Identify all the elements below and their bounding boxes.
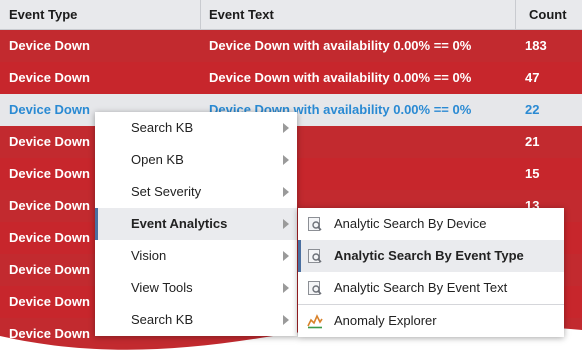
menu-item-label: Open KB [131,152,184,167]
cell-event-type: Device Down [9,166,90,181]
table-row[interactable]: Device Down Device Down with availabilit… [0,30,582,62]
cell-event-type: Device Down [9,230,90,245]
cell-count: 47 [525,70,540,85]
menu-item-label: Vision [131,248,167,263]
menu-item-event-analytics[interactable]: Event Analytics [95,208,297,240]
cell-event-type: Device Down [9,198,90,213]
menu-item-label: Set Severity [131,184,202,199]
chevron-right-icon [283,251,289,261]
menu-item-vision[interactable]: Vision [95,240,297,272]
submenu-item-search-by-event-type[interactable]: Analytic Search By Event Type [298,240,564,272]
submenu-item-search-by-device[interactable]: Analytic Search By Device [298,208,564,240]
menu-item-label: Search KB [131,312,194,327]
menu-item-label: Event Analytics [131,216,228,231]
submenu-item-label: Anomaly Explorer [334,313,437,328]
chevron-right-icon [283,123,289,133]
cell-event-type: Device Down [9,102,90,117]
cell-event-type: Device Down [9,70,90,85]
cell-count: 22 [525,102,540,117]
search-document-icon [308,281,322,295]
cell-count: 21 [525,134,540,149]
event-analytics-submenu: Analytic Search By Device Analytic Searc… [298,208,564,337]
cell-event-type: Device Down [9,38,90,53]
cell-event-type: Device Down [9,294,90,309]
anomaly-chart-icon [307,314,323,329]
submenu-item-label: Analytic Search By Event Type [334,248,524,263]
cell-event-type: Device Down [9,262,90,277]
cell-count: 183 [525,38,547,53]
table-header: Event Type Event Text Count [0,0,582,30]
cell-event-type: Device Down [9,134,90,149]
cell-count: 15 [525,166,540,181]
menu-item-open-kb[interactable]: Open KB [95,144,297,176]
submenu-item-label: Analytic Search By Event Text [334,280,508,295]
submenu-item-anomaly-explorer[interactable]: Anomaly Explorer [298,305,564,337]
menu-item-label: View Tools [131,280,193,295]
chevron-right-icon [283,283,289,293]
column-header-count[interactable]: Count [520,0,582,29]
menu-item-search-kb-2[interactable]: Search KB [95,304,297,336]
column-header-event-type[interactable]: Event Type [0,0,200,29]
submenu-item-label: Analytic Search By Device [334,216,487,231]
chevron-right-icon [283,315,289,325]
menu-item-set-severity[interactable]: Set Severity [95,176,297,208]
menu-item-label: Search KB [131,120,194,135]
cell-event-text: Device Down with availability 0.00% == 0… [209,70,472,85]
table-row[interactable]: Device Down Device Down with availabilit… [0,62,582,94]
chevron-right-icon [283,155,289,165]
column-header-event-text[interactable]: Event Text [200,0,515,29]
context-menu: Search KB Open KB Set Severity Event Ana… [95,112,297,336]
search-document-icon [308,249,322,263]
chevron-right-icon [283,187,289,197]
search-document-icon [308,217,322,231]
cell-event-text: Device Down with availability 0.00% == 0… [209,38,472,53]
menu-item-view-tools[interactable]: View Tools [95,272,297,304]
chevron-right-icon [283,219,289,229]
submenu-item-search-by-event-text[interactable]: Analytic Search By Event Text [298,272,564,304]
column-divider[interactable] [515,0,516,29]
menu-item-search-kb[interactable]: Search KB [95,112,297,144]
